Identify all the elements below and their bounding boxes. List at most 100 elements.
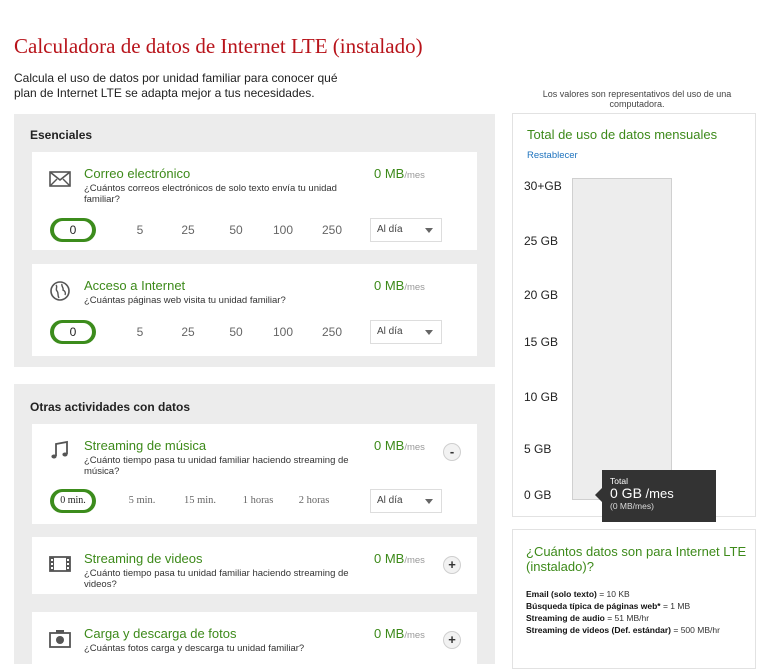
video-title: Streaming de videos [84,551,203,566]
music-options: 0 min. 5 min. 15 min. 1 horas 2 horas Al… [50,489,470,513]
chevron-down-icon [425,330,433,335]
page-title: Calculadora de datos de Internet LTE (in… [14,34,423,58]
video-mb-total: 0 MB/mes [374,551,425,566]
data-info-item-value: = 51 MB/hr [604,613,650,623]
photos-card: Carga y descarga de fotos ¿Cuántas fotos… [32,612,477,672]
scale-label-5: 5 GB [524,442,552,456]
email-option-0[interactable]: 0 [50,218,96,242]
video-card: Streaming de videos ¿Cuánto tiempo pasa … [32,537,477,594]
data-info-item-label: Streaming de audio [526,613,605,623]
video-mb-value: 0 MB [374,551,405,566]
chevron-down-icon [425,499,433,504]
internet-mb-unit: /mes [404,282,425,293]
scale-label-20: 20 GB [524,288,559,302]
email-frequency-select[interactable]: Al día [370,218,442,242]
music-title: Streaming de música [84,438,207,453]
photos-question: ¿Cuántas fotos carga y descarga tu unida… [84,643,305,654]
scale-label-15: 15 GB [524,335,559,349]
internet-frequency-select[interactable]: Al día [370,320,442,344]
internet-option-50[interactable]: 50 [221,320,251,344]
email-option-5[interactable]: 5 [128,218,152,242]
total-tooltip: Total 0 GB /mes (0 MB/mes) [595,470,716,522]
email-mb-unit: /mes [404,170,425,181]
data-info-item-label: Email (solo texto) [526,589,597,599]
tooltip-value: 0 GB /mes [610,485,716,502]
data-info-item-value: = 10 KB [596,589,630,599]
representative-note: Los valores son representativos del uso … [542,89,732,109]
data-info-item-label: Streaming de videos (Def. estándar) [526,625,672,635]
tooltip-sub: (0 MB/mes) [610,501,654,511]
music-mb-unit: /mes [404,442,425,453]
film-icon [48,553,72,575]
expand-photos-button[interactable]: + [443,631,461,649]
music-option-0min[interactable]: 0 min. [50,489,96,513]
photos-mb-total: 0 MB/mes [374,626,425,641]
intro-text: Calcula el uso de datos por unidad famil… [14,71,338,100]
email-card: Correo electrónico ¿Cuántos correos elec… [32,152,477,250]
data-info-item: Streaming de videos (Def. estándar) = 50… [526,624,750,636]
data-info-panel: ¿Cuántos datos son para Internet LTE (in… [512,529,756,669]
tooltip-value-unit: /mes [645,486,674,501]
total-usage-title: Total de uso de datos mensuales [527,127,718,142]
envelope-icon [48,168,72,190]
email-mb-value: 0 MB [374,166,405,181]
data-info-item-value: = 500 MB/hr [671,625,720,635]
internet-card: Acceso a Internet ¿Cuántas páginas web v… [32,264,477,356]
data-info-item-label: Búsqueda típica de páginas web* [526,601,661,611]
scale-label-0: 0 GB [524,488,552,502]
scale-label-25: 25 GB [524,234,559,248]
video-mb-unit: /mes [404,555,425,566]
chevron-down-icon [425,228,433,233]
email-mb-total: 0 MB/mes [374,166,425,181]
internet-title: Acceso a Internet [84,278,186,293]
internet-frequency-value: Al día [377,326,403,337]
internet-question: ¿Cuántas páginas web visita tu unidad fa… [84,295,286,306]
email-options: 0 5 25 50 100 250 Al día [50,218,470,242]
music-card: Streaming de música ¿Cuánto tiempo pasa … [32,424,477,524]
internet-option-0-label: 0 [54,323,92,341]
music-option-0min-label: 0 min. [54,492,92,510]
internet-option-25[interactable]: 25 [173,320,203,344]
email-option-0-label: 0 [54,221,92,239]
globe-icon [48,280,72,302]
other-activities-title: Otras actividades con datos [30,400,191,414]
data-info-list: Email (solo texto) = 10 KB Búsqueda típi… [526,588,750,636]
camera-icon [48,628,72,650]
internet-option-5[interactable]: 5 [128,320,152,344]
music-mb-value: 0 MB [374,438,405,453]
usage-meter-bar [572,178,672,500]
music-option-5min[interactable]: 5 min. [122,489,162,513]
essentials-title: Esenciales [30,128,93,142]
data-info-item-value: = 1 MB [660,601,691,611]
music-option-2h[interactable]: 2 horas [292,489,336,513]
collapse-music-button[interactable]: - [443,443,461,461]
email-option-250[interactable]: 250 [314,218,350,242]
data-info-item: Streaming de audio = 51 MB/hr [526,612,750,624]
email-option-100[interactable]: 100 [265,218,301,242]
essentials-panel: Esenciales Correo electrónico ¿Cuántos c… [14,114,495,367]
music-mb-total: 0 MB/mes [374,438,425,453]
internet-mb-value: 0 MB [374,278,405,293]
data-info-item: Búsqueda típica de páginas web* = 1 MB [526,600,750,612]
music-frequency-select[interactable]: Al día [370,489,442,513]
scale-label-10: 10 GB [524,390,559,404]
internet-option-0[interactable]: 0 [50,320,96,344]
tooltip-value-number: 0 GB [610,485,642,501]
music-option-15min[interactable]: 15 min. [178,489,222,513]
email-frequency-value: Al día [377,224,403,235]
photos-mb-unit: /mes [404,630,425,641]
email-option-50[interactable]: 50 [221,218,251,242]
music-option-1h[interactable]: 1 horas [236,489,280,513]
other-activities-panel: Otras actividades con datos Streaming de… [14,384,495,672]
internet-option-250[interactable]: 250 [314,320,350,344]
email-title: Correo electrónico [84,166,191,181]
reset-link[interactable]: Restablecer [527,150,578,161]
photos-title: Carga y descarga de fotos [84,626,237,641]
data-info-title: ¿Cuántos datos son para Internet LTE (in… [526,544,747,574]
email-option-25[interactable]: 25 [173,218,203,242]
expand-video-button[interactable]: + [443,556,461,574]
scale-label-30: 30+GB [524,179,562,193]
internet-option-100[interactable]: 100 [265,320,301,344]
photos-mb-value: 0 MB [374,626,405,641]
email-question: ¿Cuántos correos electrónicos de solo te… [84,183,337,205]
